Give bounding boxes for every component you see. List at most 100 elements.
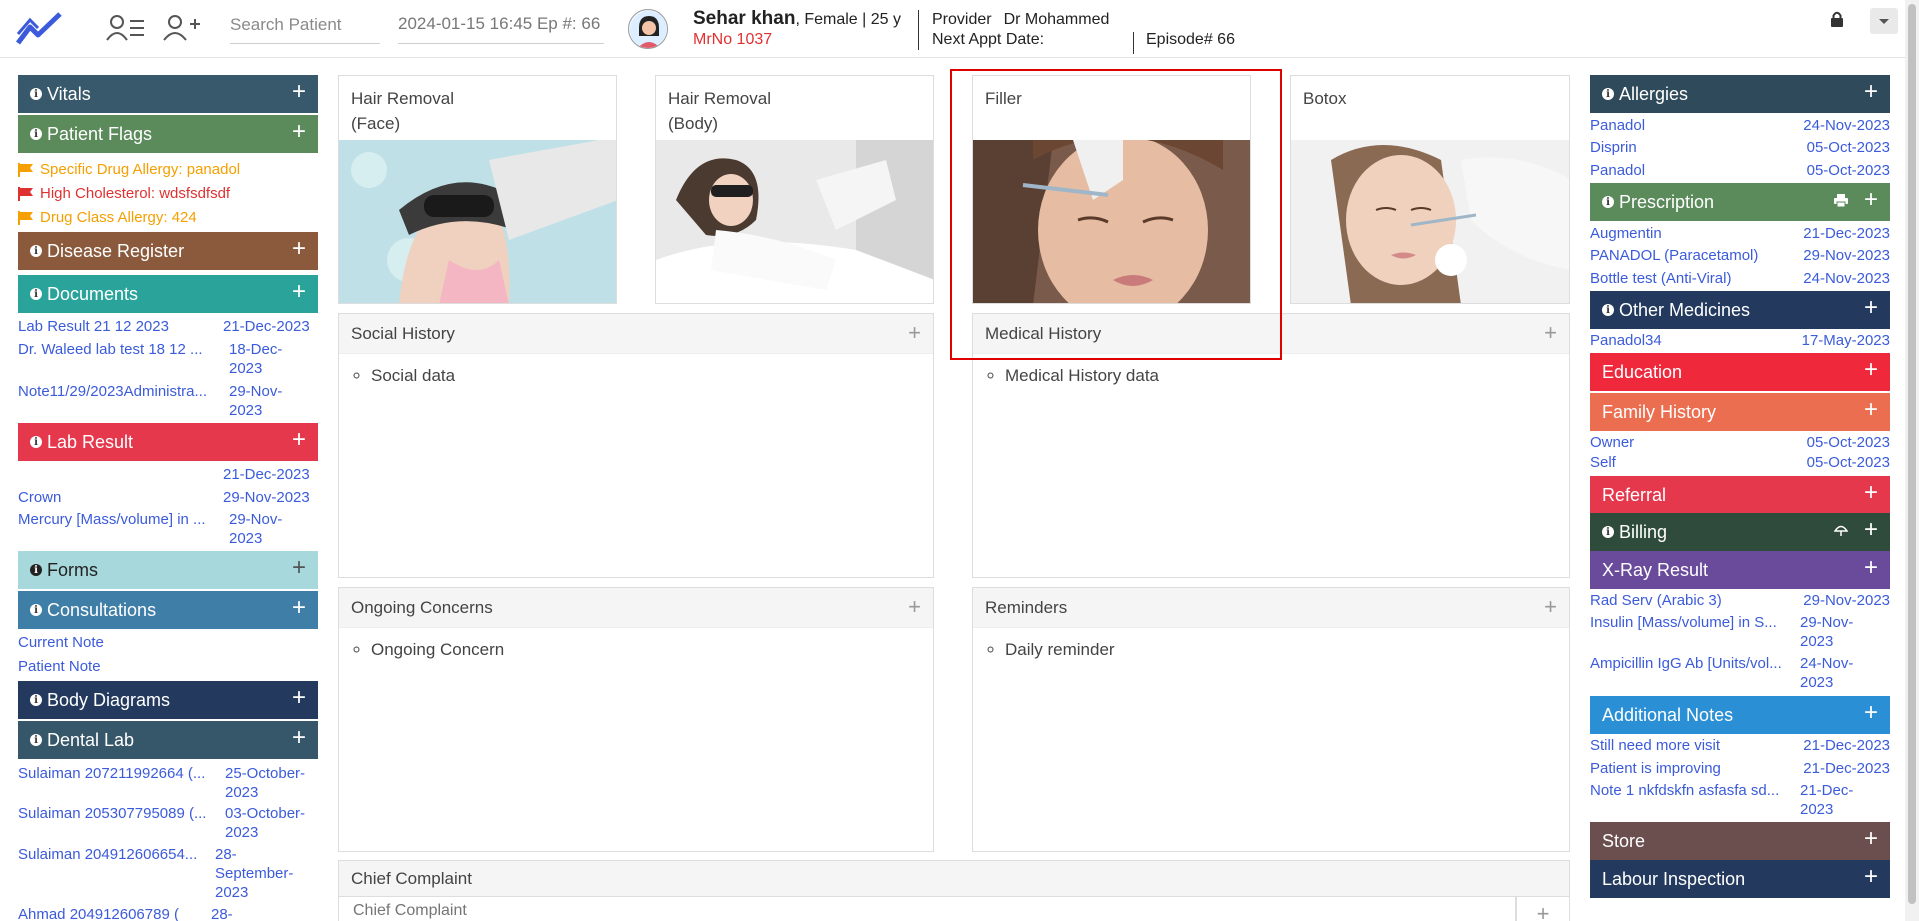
ongoing-concern-item[interactable]: Ongoing Concern [371, 640, 504, 660]
labour-inspection-title: Labour Inspection [1602, 868, 1746, 889]
prescription-header[interactable]: i Prescription + [1590, 183, 1890, 221]
treatment-card-botox[interactable]: Botox [1290, 75, 1570, 304]
document-row[interactable]: Dr. Waleed lab test 18 12 ... 18-Dec- 2023 [18, 341, 282, 377]
flag-item[interactable]: Drug Class Allergy: 424 [18, 209, 197, 226]
xray-row[interactable]: Ampicillin IgG Ab [Units/vol... 24-Nov- 20… [1590, 655, 1890, 691]
vitals-header[interactable]: i Vitals + [18, 75, 318, 113]
treatment-card-hair-removal-face[interactable]: Hair Removal (Face) [338, 75, 617, 304]
labour-inspection-header[interactable]: Labour Inspection + [1590, 860, 1890, 898]
lock-icon[interactable] [1829, 10, 1845, 28]
add-icon[interactable]: + [292, 556, 306, 580]
print-icon[interactable] [1834, 194, 1848, 207]
additional-notes-header[interactable]: Additional Notes + [1590, 696, 1890, 734]
selection-highlight [950, 69, 1282, 360]
allergies-header[interactable]: i Allergies + [1590, 75, 1890, 113]
add-icon[interactable]: + [1864, 80, 1878, 104]
add-icon[interactable]: + [908, 594, 921, 620]
add-icon[interactable]: + [1864, 701, 1878, 725]
umbrella-icon[interactable] [1834, 524, 1848, 537]
reminder-item[interactable]: Daily reminder [1005, 640, 1115, 660]
patient-list-icon[interactable] [106, 12, 146, 44]
add-icon[interactable]: + [1864, 296, 1878, 320]
add-chief-complaint-button[interactable]: + [1516, 896, 1570, 921]
add-icon[interactable]: + [1864, 827, 1878, 851]
episode-select[interactable]: 2024-01-15 16:45 Ep #: 66 [398, 6, 604, 44]
xray-result-header[interactable]: X-Ray Result + [1590, 551, 1890, 589]
medical-history-item[interactable]: Medical History data [1005, 366, 1159, 386]
add-patient-icon[interactable] [162, 12, 202, 44]
lab-result-header[interactable]: i Lab Result + [18, 423, 318, 461]
consultation-row[interactable]: Current Note [18, 634, 104, 651]
treatment-card-hair-removal-body[interactable]: Hair Removal (Body) [655, 75, 934, 304]
lab-row[interactable]: Mercury [Mass/volume] in ... 29-Nov- 2023 [18, 511, 282, 547]
documents-header[interactable]: i Documents + [18, 275, 318, 313]
billing-header[interactable]: i Billing + [1590, 513, 1890, 551]
search-patient-input[interactable] [230, 6, 380, 44]
add-icon[interactable]: + [908, 320, 921, 346]
xray-row[interactable]: Rad Serv (Arabic 3) 29-Nov-2023 [1590, 592, 1890, 609]
store-header[interactable]: Store + [1590, 822, 1890, 860]
allergy-row[interactable]: Disprin 05-Oct-2023 [1590, 139, 1890, 156]
dental-row[interactable]: Ahmad 204912606789 (28- [18, 906, 233, 921]
document-row[interactable]: Lab Result 21 12 2023 21-Dec-2023 [18, 318, 310, 335]
add-icon[interactable]: + [292, 80, 306, 104]
body-diagrams-header[interactable]: i Body Diagrams + [18, 681, 318, 719]
family-history-header[interactable]: Family History + [1590, 393, 1890, 431]
ongoing-concerns-panel: Ongoing Concerns+ Ongoing Concern [338, 587, 934, 852]
other-medicines-header[interactable]: i Other Medicines + [1590, 291, 1890, 329]
prescription-row[interactable]: PANADOL (Paracetamol) 29-Nov-2023 [1590, 247, 1890, 264]
family-history-row[interactable]: Owner 05-Oct-2023 [1590, 434, 1890, 451]
patient-flags-header[interactable]: i Patient Flags + [18, 115, 318, 153]
add-icon[interactable]: + [1864, 188, 1878, 212]
add-icon[interactable]: + [292, 120, 306, 144]
dental-row[interactable]: Sulaiman 204912606654... 28- September- 202… [18, 846, 293, 901]
dental-row[interactable]: Sulaiman 207211992664 (... 25-October- 202… [18, 765, 305, 801]
allergy-row[interactable]: Panadol 05-Oct-2023 [1590, 162, 1890, 179]
add-icon[interactable]: + [1864, 481, 1878, 505]
page-scrollbar[interactable] [1905, 0, 1919, 921]
add-icon[interactable]: + [292, 428, 306, 452]
add-icon[interactable]: + [1864, 358, 1878, 382]
consultation-row[interactable]: Patient Note [18, 658, 101, 675]
add-icon[interactable]: + [1864, 556, 1878, 580]
social-history-item[interactable]: Social data [371, 366, 455, 386]
education-header[interactable]: Education + [1590, 353, 1890, 391]
note-row[interactable]: Still need more visit 21-Dec-2023 [1590, 737, 1890, 754]
lab-row[interactable]: Crown 29-Nov-2023 [18, 489, 310, 506]
prescription-row[interactable]: Augmentin 21-Dec-2023 [1590, 225, 1890, 242]
other-medicine-row[interactable]: Panadol34 17-May-2023 [1590, 332, 1890, 349]
flag-item[interactable]: High Cholesterol: wdsfsdfsdf [18, 185, 230, 202]
prescription-row[interactable]: Bottle test (Anti-Viral) 24-Nov-2023 [1590, 270, 1890, 287]
flag-item[interactable]: Specific Drug Allergy: panadol [18, 161, 240, 178]
add-icon[interactable]: + [1544, 594, 1557, 620]
add-icon[interactable]: + [292, 726, 306, 750]
add-icon[interactable]: + [1864, 398, 1878, 422]
disease-register-header[interactable]: i Disease Register + [18, 232, 318, 270]
ongoing-concerns-header: Ongoing Concerns + [339, 588, 933, 628]
dental-lab-header[interactable]: i Dental Lab + [18, 721, 318, 759]
dental-row[interactable]: Sulaiman 205307795089 (... 03-October- 202… [18, 805, 305, 841]
add-icon[interactable]: + [292, 237, 306, 261]
info-icon: i [30, 88, 42, 100]
referral-header[interactable]: Referral + [1590, 476, 1890, 514]
add-icon[interactable]: + [292, 280, 306, 304]
forms-header[interactable]: i Forms + [18, 551, 318, 589]
add-icon[interactable]: + [292, 596, 306, 620]
chief-complaint-input[interactable] [338, 896, 1516, 921]
family-history-row[interactable]: Self 05-Oct-2023 [1590, 454, 1890, 471]
scrollbar-thumb[interactable] [1908, 4, 1916, 904]
note-row[interactable]: Note 1 nkfdskfn asfasfa sd... 21-Dec- 2023 [1590, 782, 1890, 818]
document-row[interactable]: Note11/29/2023Administra... 29-Nov- 2023 [18, 383, 282, 419]
add-icon[interactable]: + [1544, 320, 1557, 346]
note-row[interactable]: Patient is improving 21-Dec-2023 [1590, 760, 1890, 777]
add-icon[interactable]: + [1864, 518, 1878, 542]
allergy-row[interactable]: Panadol 24-Nov-2023 [1590, 117, 1890, 134]
forms-title: Forms [47, 559, 98, 580]
next-appt-date: Next Appt Date: [932, 31, 1045, 48]
consultations-header[interactable]: i Consultations + [18, 591, 318, 629]
add-icon[interactable]: + [1864, 865, 1878, 889]
add-icon[interactable]: + [292, 686, 306, 710]
xray-row[interactable]: Insulin [Mass/volume] in S... 29-Nov- 2023 [1590, 614, 1890, 650]
app-logo-icon[interactable] [16, 10, 62, 46]
header-menu-button[interactable] [1870, 8, 1898, 34]
